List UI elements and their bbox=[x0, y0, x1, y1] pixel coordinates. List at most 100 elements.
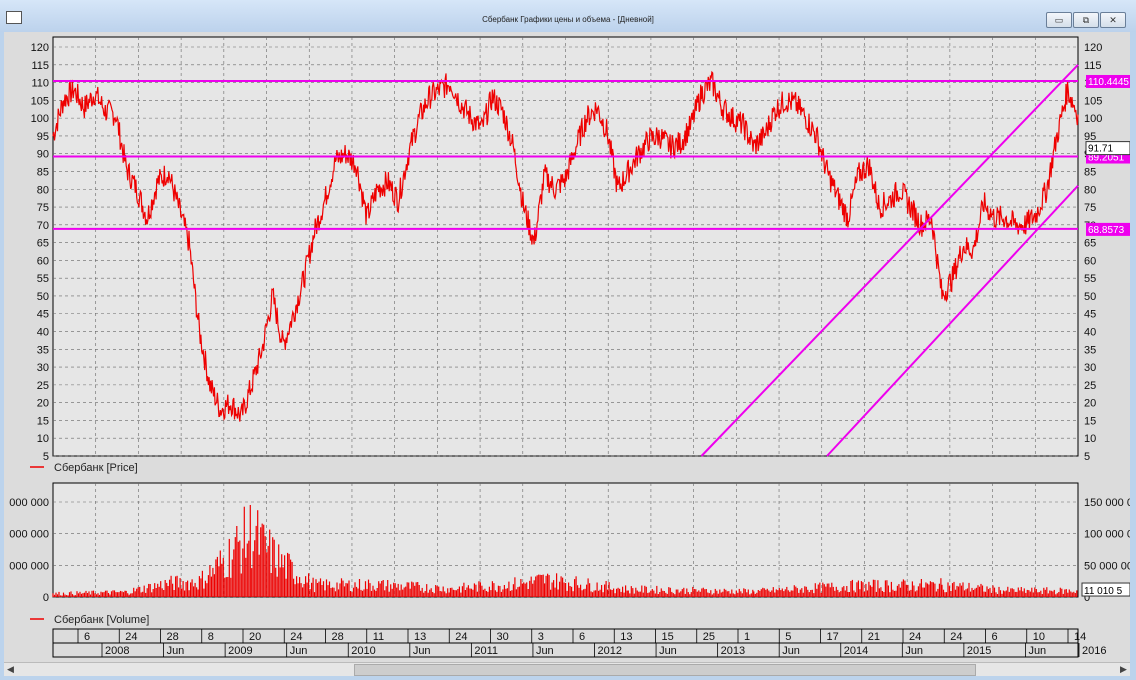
price-ytick-right: 100 bbox=[1084, 113, 1102, 125]
app-window: Сбербанк Графики цены и объема - [Дневно… bbox=[0, 0, 1136, 680]
price-ytick-left: 25 bbox=[37, 380, 49, 392]
x-day-label: 30 bbox=[497, 631, 509, 643]
x-day-label: 24 bbox=[455, 631, 467, 643]
price-ytick-right: 60 bbox=[1084, 255, 1096, 267]
x-month-label: 2016 bbox=[1082, 645, 1106, 657]
price-ytick-right: 50 bbox=[1084, 291, 1096, 303]
price-ytick-right: 75 bbox=[1084, 202, 1096, 214]
price-ytick-left: 90 bbox=[37, 149, 49, 161]
last-volume-label: 11 010 5 bbox=[1084, 586, 1123, 597]
restore-button[interactable]: ⧉ bbox=[1073, 12, 1099, 28]
chart-area: 5 10 15 20 25 30 35 40 45 50 55 60 65 70 75 80 85 90 95 100… bbox=[4, 32, 1130, 662]
price-ytick-left: 20 bbox=[37, 398, 49, 410]
x-month-label: Jun bbox=[167, 645, 185, 657]
scroll-left-icon[interactable]: ◀ bbox=[4, 663, 17, 676]
price-ytick-right: 40 bbox=[1084, 327, 1096, 339]
scroll-right-icon[interactable]: ▶ bbox=[1117, 663, 1130, 676]
price-ytick-right: 45 bbox=[1084, 309, 1096, 321]
x-day-label: 24 bbox=[950, 631, 962, 643]
price-ytick-left: 65 bbox=[37, 238, 49, 250]
x-day-label: 14 bbox=[1074, 631, 1086, 643]
price-ytick-right: 105 bbox=[1084, 95, 1102, 107]
x-month-label: 2015 bbox=[967, 645, 991, 657]
price-ytick-left: 80 bbox=[37, 184, 49, 196]
price-ytick-left: 5 bbox=[43, 451, 49, 463]
x-day-label: 24 bbox=[909, 631, 921, 643]
x-month-label: Jun bbox=[905, 645, 923, 657]
x-day-label: 3 bbox=[538, 631, 544, 643]
x-month-label: 2014 bbox=[844, 645, 868, 657]
window-title: Сбербанк Графики цены и объема - [Дневно… bbox=[482, 15, 654, 24]
x-month-label: Jun bbox=[413, 645, 431, 657]
price-ytick-left: 75 bbox=[37, 202, 49, 214]
price-ytick-right: 85 bbox=[1084, 166, 1096, 178]
x-day-label: 10 bbox=[1033, 631, 1045, 643]
x-day-label: 13 bbox=[414, 631, 426, 643]
price-ytick-left: 60 bbox=[37, 255, 49, 267]
x-day-label: 28 bbox=[167, 631, 179, 643]
minimize-button[interactable]: ▭ bbox=[1046, 12, 1072, 28]
close-button[interactable]: ✕ bbox=[1100, 12, 1126, 28]
x-month-label: 2011 bbox=[474, 645, 498, 657]
price-ytick-right: 120 bbox=[1084, 42, 1102, 54]
price-ytick-right: 80 bbox=[1084, 184, 1096, 196]
x-day-label: 15 bbox=[662, 631, 674, 643]
x-month-label: Jun bbox=[1028, 645, 1046, 657]
scrollbar-thumb[interactable] bbox=[354, 664, 976, 676]
price-ytick-right: 25 bbox=[1084, 380, 1096, 392]
x-month-label: Jun bbox=[782, 645, 800, 657]
price-volume-chart[interactable]: 5101520253035404550556065707580859095100… bbox=[4, 32, 1130, 662]
price-ytick-left: 55 bbox=[37, 273, 49, 285]
x-month-label: 2009 bbox=[228, 645, 252, 657]
x-month-label: 2008 bbox=[105, 645, 129, 657]
price-ytick-left: 115 bbox=[31, 60, 49, 72]
x-day-label: 24 bbox=[290, 631, 302, 643]
price-ytick-left: 40 bbox=[37, 327, 49, 339]
price-ytick-left: 105 bbox=[31, 95, 49, 107]
price-ytick-left: 50 bbox=[37, 291, 49, 303]
horizontal-scrollbar[interactable]: ◀ ▶ bbox=[4, 662, 1130, 676]
x-day-label: 20 bbox=[249, 631, 261, 643]
price-ytick-left: 110 bbox=[31, 78, 49, 90]
x-month-label: Jun bbox=[290, 645, 308, 657]
price-ytick-left: 95 bbox=[37, 131, 49, 143]
last-price-label: 91.71 bbox=[1088, 144, 1113, 155]
price-ytick-left: 70 bbox=[37, 220, 49, 232]
volume-ytick-left: 0 bbox=[43, 592, 49, 604]
volume-ytick-right: 50 000 000 bbox=[1084, 560, 1130, 572]
x-month-label: 2012 bbox=[598, 645, 622, 657]
price-ytick-left: 30 bbox=[37, 362, 49, 374]
price-ytick-right: 5 bbox=[1084, 451, 1090, 463]
level-tag-label: 68.8573 bbox=[1088, 225, 1125, 236]
price-ytick-left: 85 bbox=[37, 166, 49, 178]
x-day-label: 21 bbox=[868, 631, 880, 643]
x-day-label: 5 bbox=[785, 631, 791, 643]
x-day-label: 8 bbox=[208, 631, 214, 643]
x-day-label: 11 bbox=[373, 631, 384, 643]
volume-ytick-right: 100 000 000 bbox=[1084, 529, 1130, 541]
volume-ytick-left: 000 000 bbox=[9, 529, 49, 541]
price-ytick-right: 20 bbox=[1084, 398, 1096, 410]
price-ytick-right: 15 bbox=[1084, 415, 1096, 427]
x-day-label: 28 bbox=[332, 631, 344, 643]
price-ytick-right: 10 bbox=[1084, 433, 1096, 445]
title-bar: Сбербанк Графики цены и объема - [Дневно… bbox=[0, 0, 1136, 32]
price-legend: Сбербанк [Price] bbox=[54, 462, 138, 474]
x-month-label: Jun bbox=[659, 645, 677, 657]
price-ytick-right: 35 bbox=[1084, 344, 1096, 356]
price-ytick-left: 10 bbox=[37, 433, 49, 445]
x-day-label: 6 bbox=[84, 631, 90, 643]
volume-ytick-right: 150 000 000 bbox=[1084, 497, 1130, 509]
level-tag-label: 110.4445 bbox=[1088, 77, 1129, 88]
price-ytick-right: 115 bbox=[1084, 60, 1102, 72]
volume-ytick-left: 000 000 bbox=[9, 560, 49, 572]
x-day-label: 1 bbox=[744, 631, 750, 643]
x-day-label: 6 bbox=[579, 631, 585, 643]
x-day-label: 6 bbox=[992, 631, 998, 643]
price-ytick-right: 30 bbox=[1084, 362, 1096, 374]
price-ytick-right: 65 bbox=[1084, 238, 1096, 250]
x-day-label: 24 bbox=[125, 631, 137, 643]
price-ytick-right: 55 bbox=[1084, 273, 1096, 285]
x-month-label: 2013 bbox=[721, 645, 745, 657]
price-ytick-left: 15 bbox=[37, 415, 49, 427]
